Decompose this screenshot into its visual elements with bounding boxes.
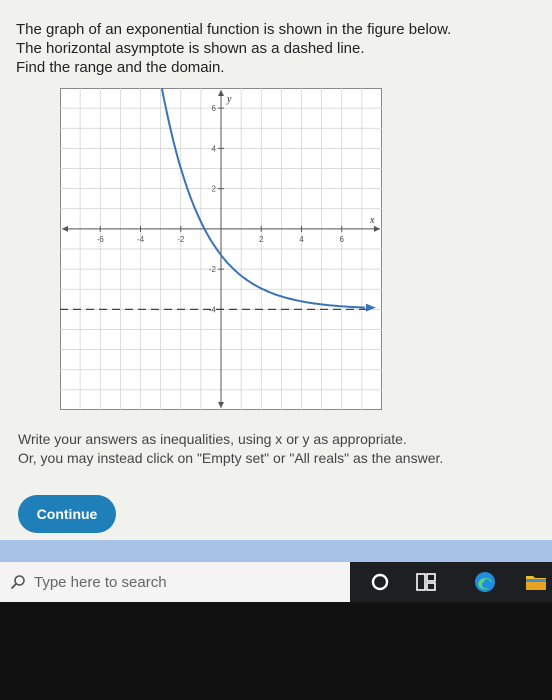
- x-axis-label: x: [369, 215, 375, 226]
- search-placeholder: Type here to search: [34, 573, 167, 591]
- question-line-1: The graph of an exponential function is …: [16, 21, 452, 38]
- x-tick-label: -4: [137, 235, 145, 244]
- file-explorer-icon[interactable]: [524, 570, 548, 594]
- question-line-3: Find the range and the domain.: [16, 59, 225, 76]
- taskbar-search-box[interactable]: Type here to search: [0, 562, 350, 602]
- desk-surface: [0, 602, 552, 700]
- instructions-line-2: Or, you may instead click on "Empty set"…: [18, 450, 444, 466]
- exponential-graph: xy-6 -4 -2 2 4 6642-2-4: [60, 88, 382, 410]
- edge-icon[interactable]: [473, 570, 497, 594]
- y-tick-label: -2: [209, 265, 217, 274]
- y-tick-label: 6: [212, 104, 217, 113]
- y-tick-label: 2: [212, 185, 217, 194]
- question-text: The graph of an exponential function is …: [16, 20, 536, 77]
- task-view-icon[interactable]: [414, 570, 438, 594]
- x-tick-label: 2: [259, 235, 264, 244]
- question-line-2: The horizontal asymptote is shown as a d…: [16, 40, 365, 57]
- cortana-circle-icon[interactable]: [368, 570, 392, 594]
- instructions: Write your answers as inequalities, usin…: [18, 430, 543, 468]
- x-tick-label: -2: [177, 235, 185, 244]
- y-tick-label: 4: [212, 144, 217, 153]
- windows-taskbar: Type here to search: [0, 562, 552, 602]
- window-bottom-strip: [0, 540, 552, 562]
- question-page: The graph of an exponential function is …: [0, 0, 552, 540]
- continue-button[interactable]: Continue: [18, 495, 116, 533]
- x-tick-label: 4: [299, 235, 304, 244]
- search-icon: [10, 575, 25, 590]
- x-tick-label: -6: [97, 235, 105, 244]
- instructions-line-1: Write your answers as inequalities, usin…: [18, 431, 407, 447]
- x-tick-label: 6: [340, 235, 345, 244]
- y-axis-label: y: [226, 94, 232, 105]
